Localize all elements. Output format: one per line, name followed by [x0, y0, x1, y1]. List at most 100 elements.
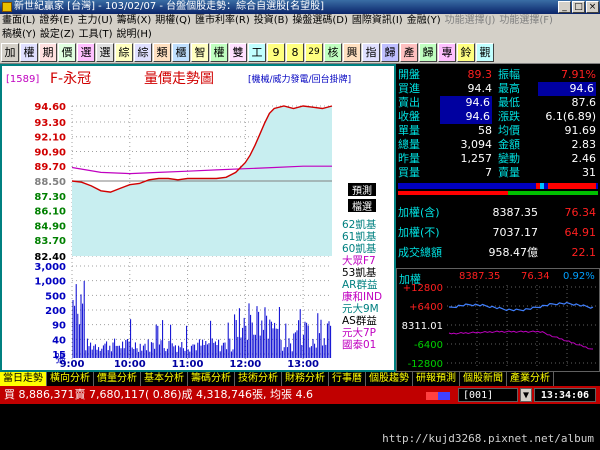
toolbar-button[interactable]: 類 — [153, 43, 171, 62]
toolbar-button[interactable]: 29 — [305, 43, 323, 62]
toolbar-button[interactable]: 權 — [20, 43, 38, 62]
analysis-tab[interactable]: 行事曆 — [329, 372, 366, 386]
broker-label: 元大7P — [342, 326, 376, 339]
quote-value: 7 — [485, 166, 492, 179]
broker-label: 國泰01 — [342, 338, 376, 351]
stock-name: F-永冠 — [50, 71, 91, 87]
analysis-tab[interactable]: 個股新聞 — [460, 372, 507, 386]
menu-item[interactable]: 功能選擇(F) — [497, 15, 555, 26]
menu-item[interactable]: 金融(Y) — [405, 15, 443, 26]
analysis-tab[interactable]: 基本分析 — [141, 372, 188, 386]
mini-avg-line — [448, 330, 594, 350]
dropdown-arrow-icon[interactable]: ▼ — [520, 388, 532, 402]
toolbar-button[interactable]: 核 — [324, 43, 342, 62]
toolbar-button[interactable]: 綜 — [134, 43, 152, 62]
analysis-tab[interactable]: 技術分析 — [235, 372, 282, 386]
analysis-tabs: 當日走勢 橫向分析 價量分析 基本分析 籌碼分析 技術分析 財務分析 行事曆 個股趨勢 研報預測個… — [0, 372, 600, 386]
toolbar-button[interactable]: 觀 — [476, 43, 494, 62]
analysis-tab[interactable]: 價量分析 — [94, 372, 141, 386]
analysis-tab[interactable]: 產業分析 — [507, 372, 554, 386]
analysis-tab[interactable]: 當日走勢 — [0, 372, 47, 386]
price-volume-chart[interactable]: [1589] F-永冠 量價走勢圖 [機械/威力發電/回台掛牌] 94.60 93.30 9… — [2, 66, 394, 370]
close-button[interactable]: × — [586, 1, 599, 13]
index-change: 64.91 — [564, 226, 597, 239]
analysis-tab[interactable]: 籌碼分析 — [188, 372, 235, 386]
toolbar-button[interactable]: 期 — [39, 43, 57, 62]
quote-label: 賣量 — [498, 166, 520, 179]
menu-item[interactable]: 畫面(L) — [0, 15, 37, 26]
quote-value: 7.91% — [561, 68, 596, 81]
legend-tag[interactable]: 預測 — [352, 184, 372, 197]
menu-item[interactable]: 操盤選碼(D) — [290, 15, 350, 26]
toolbar-button[interactable]: 歸 — [419, 43, 437, 62]
toolbar-button[interactable]: 雙 — [229, 43, 247, 62]
quote-label: 變動 — [498, 152, 520, 165]
chart-title: 量價走勢圖 — [144, 70, 214, 87]
toolbar-button[interactable]: 綜 — [115, 43, 133, 62]
toolbar-button[interactable]: 選 — [96, 43, 114, 62]
menu-item[interactable]: 期權(Q) — [153, 15, 193, 26]
menu-item[interactable]: 功能選擇(J) — [443, 15, 498, 26]
page-counter[interactable]: [001] — [458, 388, 518, 402]
minimize-button[interactable]: _ — [558, 1, 571, 13]
price-tick-label: 90.90 — [34, 147, 66, 158]
maximize-button[interactable]: □ — [572, 1, 585, 13]
quote-value: 91.69 — [564, 124, 597, 137]
analysis-tab[interactable]: 財務分析 — [282, 372, 329, 386]
toolbar-button[interactable]: 選 — [77, 43, 95, 62]
toolbar-button[interactable]: 智 — [191, 43, 209, 62]
time-tick-label: 13:00 — [287, 359, 319, 370]
toolbar-button[interactable]: 產 — [400, 43, 418, 62]
volume-bars — [72, 281, 332, 358]
quote-label: 買進 — [398, 82, 420, 95]
toolbar-button[interactable]: 8 — [286, 43, 304, 62]
quote-value: 94.6 — [440, 110, 492, 124]
menu-item[interactable]: 稿模(Y) — [0, 29, 38, 40]
momentum-bar — [398, 191, 598, 195]
menu-item[interactable]: 主力(U) — [76, 15, 115, 26]
menu-bar-secondary: 稿模(Y) 設定(Z) 工具(T) 說明(H) — [0, 28, 600, 42]
menu-item[interactable]: 國際資訊(I) — [350, 15, 405, 26]
price-tick-label: 87.30 — [34, 192, 66, 203]
time-tick-label: 12:00 — [229, 359, 261, 370]
menu-item[interactable]: 設定(Z) — [38, 29, 77, 40]
index-value: 958.47億 — [488, 246, 539, 259]
toolbar-button[interactable]: 興 — [343, 43, 361, 62]
quote-label: 最高 — [498, 82, 520, 95]
toolbar-button[interactable]: 指 — [362, 43, 380, 62]
status-color-indicator — [420, 388, 456, 402]
quote-row: 總量 3,094 金額 2.83 — [398, 138, 598, 152]
menu-item[interactable]: 證券(E) — [37, 15, 75, 26]
toolbar-button[interactable]: 工 — [248, 43, 266, 62]
toolbar-button[interactable]: 櫃 — [172, 43, 190, 62]
broker-label: 元大9M — [342, 302, 379, 315]
index-row: 加權(含) 8387.35 76.34 — [398, 206, 598, 220]
analysis-tab[interactable]: 研報預測 — [413, 372, 460, 386]
analysis-tab[interactable]: 橫向分析 — [47, 372, 94, 386]
toolbar-button[interactable]: 歸 — [381, 43, 399, 62]
broker-label: 康和IND — [342, 290, 382, 303]
mini-index-line — [448, 301, 594, 312]
quote-panel: 開盤 89.3 振幅 7.91% 買進 94.4 最高 94.6 賣出 94.6 最低 87.6 收盤 9… — [396, 64, 600, 372]
index-mini-chart[interactable]: +12800 +6400 8311.01 -6400 -12800 — [397, 283, 599, 371]
price-tick-label: 92.10 — [34, 133, 66, 144]
menu-item[interactable]: 籌碼(X) — [115, 15, 154, 26]
toolbar-button[interactable]: 價 — [58, 43, 76, 62]
analysis-tab[interactable]: 個股趨勢 — [366, 372, 413, 386]
watermark-url: http://kujd3268.pixnet.net/album — [382, 432, 594, 445]
menu-item[interactable]: 說明(H) — [115, 29, 154, 40]
toolbar-button[interactable]: 9 — [267, 43, 285, 62]
toolbar-button[interactable]: 加 — [1, 43, 19, 62]
legend-tag[interactable]: 檔選 — [352, 200, 372, 213]
menu-item[interactable]: 工具(T) — [77, 29, 115, 40]
price-volume-chart-panel: [1589] F-永冠 量價走勢圖 [機械/威力發電/回台掛牌] 94.60 93.30 9… — [0, 64, 396, 372]
menu-item[interactable]: 投資(B) — [252, 15, 291, 26]
menu-item[interactable]: 匯市利率(R) — [193, 15, 252, 26]
toolbar-button[interactable]: 鈴 — [457, 43, 475, 62]
quote-label: 振幅 — [498, 68, 520, 81]
window-title: 新世紀贏家 [台灣] - 103/02/07 - 台盤個股走勢：綜合自選股[名望… — [14, 1, 324, 12]
toolbar-button[interactable]: 權 — [210, 43, 228, 62]
toolbar-button[interactable]: 專 — [438, 43, 456, 62]
quote-row: 開盤 89.3 振幅 7.91% — [398, 68, 598, 82]
quote-value: 94.6 — [538, 82, 596, 96]
